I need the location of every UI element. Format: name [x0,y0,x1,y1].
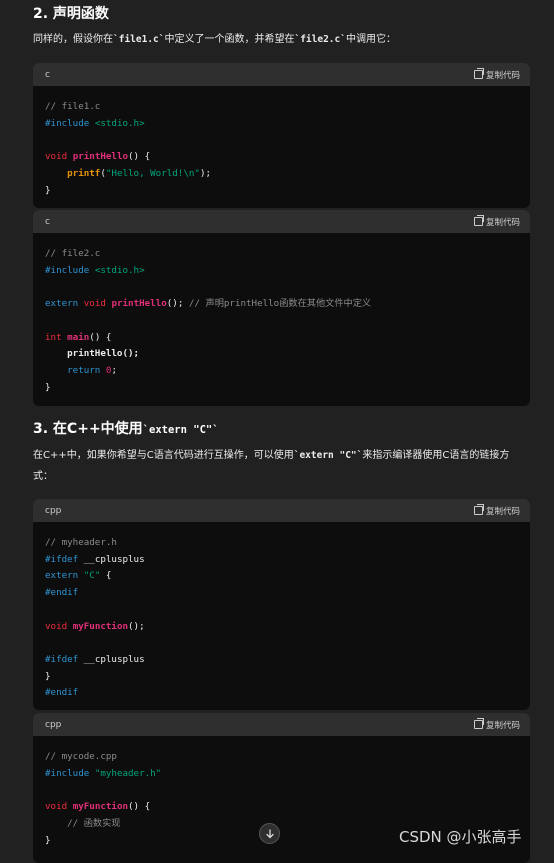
section-paragraph: 同样的，假设你在`file1.c`中定义了一个函数，并希望在`file2.c`中… [33,29,523,50]
code-token: printf [67,167,101,179]
code-token: myFunction [72,801,129,813]
code-token: <stdio.h> [94,117,145,129]
code-language-label: cpp [45,719,62,730]
code-token: #include [45,264,90,276]
code-content: // file1.c #include <stdio.h> void print… [33,86,530,208]
code-token: extern [45,298,79,310]
code-token: extern [45,570,79,582]
code-token: () { [89,331,112,343]
code-token: (); [128,620,145,632]
code-block: cpp 复制代码 // myheader.h #ifdef __cplusplu… [33,499,530,710]
code-comment: // mycode.cpp [45,751,117,762]
copy-icon [473,504,484,515]
code-token: int [45,331,62,343]
code-token: #endif [45,587,79,599]
code-token: () { [128,151,151,163]
code-block-header: cpp 复制代码 [33,499,530,522]
copy-icon [473,718,484,729]
copy-icon [473,215,484,226]
inline-code: `extern "C"` [142,424,219,436]
section-paragraph: 在C++中，如果你希望与C语言代码进行互操作，可以使用`extern "C"`来… [33,445,523,487]
code-token: #ifdef [45,553,79,565]
code-comment: // file1.c [45,101,101,112]
text: 在C++中，如果你希望与C语言代码进行互操作，可以使用 [33,450,294,461]
code-content: // file2.c #include <stdio.h> extern voi… [33,233,530,406]
code-token: #include [45,117,90,129]
section-heading-declare-function: 2. 声明函数 [33,6,109,22]
scroll-to-bottom-button[interactable] [259,823,280,844]
code-token: } [45,381,51,393]
code-token: "Hello, World!\n" [105,167,200,179]
code-token: void [83,298,106,310]
code-token: __cplusplus [83,653,145,665]
code-token: ); [199,167,212,179]
heading-text: 3. 在C++中使用 [33,421,143,437]
code-token: void [45,620,68,632]
code-comment: // file2.c [45,248,101,259]
code-token: #ifdef [45,653,79,665]
code-token: { [100,570,112,582]
code-comment: // 函数实现 [67,817,121,829]
copy-label: 复制代码 [485,720,520,731]
code-token: "C" [83,570,101,582]
code-token: void [45,151,68,163]
code-block-header: c 复制代码 [33,210,530,233]
copy-label: 复制代码 [485,70,520,81]
code-language-label: c [45,216,50,227]
code-comment: // 声明printHello函数在其他文件中定义 [188,298,372,310]
code-token: "myheader.h" [94,767,162,779]
code-token: } [45,184,51,196]
text: 中调用它： [345,34,396,45]
code-token: #endif [45,687,79,699]
code-token: __cplusplus [83,553,145,565]
text: 中定义了一个函数，并希望在 [164,34,295,45]
watermark: CSDN @小张高手 [399,828,522,846]
code-token: } [45,834,51,846]
code-block: c 复制代码 // file2.c #include <stdio.h> ext… [33,210,530,406]
copy-code-button[interactable]: 复制代码 [473,68,520,81]
copy-label: 复制代码 [485,217,520,228]
inline-code: `extern "C"` [293,450,363,461]
code-token: printHello [111,298,167,310]
code-token: myFunction [72,620,129,632]
code-token: main [67,331,90,343]
code-block: c 复制代码 // file1.c #include <stdio.h> voi… [33,63,530,208]
code-comment: // myheader.h [45,537,117,548]
code-token: void [45,801,68,813]
code-token: return [67,364,101,376]
code-block-header: c 复制代码 [33,63,530,86]
code-token: <stdio.h> [94,264,145,276]
code-block-header: cpp 复制代码 [33,713,530,736]
code-language-label: cpp [45,505,62,516]
copy-icon [473,68,484,79]
copy-label: 复制代码 [485,506,520,517]
code-token: #include [45,767,90,779]
code-token: (); [166,298,189,310]
copy-code-button[interactable]: 复制代码 [473,504,520,517]
code-content: // myheader.h #ifdef __cplusplus extern … [33,522,530,710]
code-token: () { [128,801,151,813]
code-language-label: c [45,69,50,80]
code-token: printHello(); [67,348,140,360]
inline-code: `file1.c` [113,34,165,45]
code-token: } [45,670,51,682]
section-heading-extern-c: 3. 在C++中使用`extern "C"` [33,418,219,438]
copy-code-button[interactable]: 复制代码 [473,718,520,731]
code-token: printHello [72,151,129,163]
inline-code: `file2.c` [294,34,346,45]
text: 同样的，假设你在 [33,34,113,45]
code-token: ; [111,364,117,376]
copy-code-button[interactable]: 复制代码 [473,215,520,228]
arrow-down-icon [265,828,274,838]
